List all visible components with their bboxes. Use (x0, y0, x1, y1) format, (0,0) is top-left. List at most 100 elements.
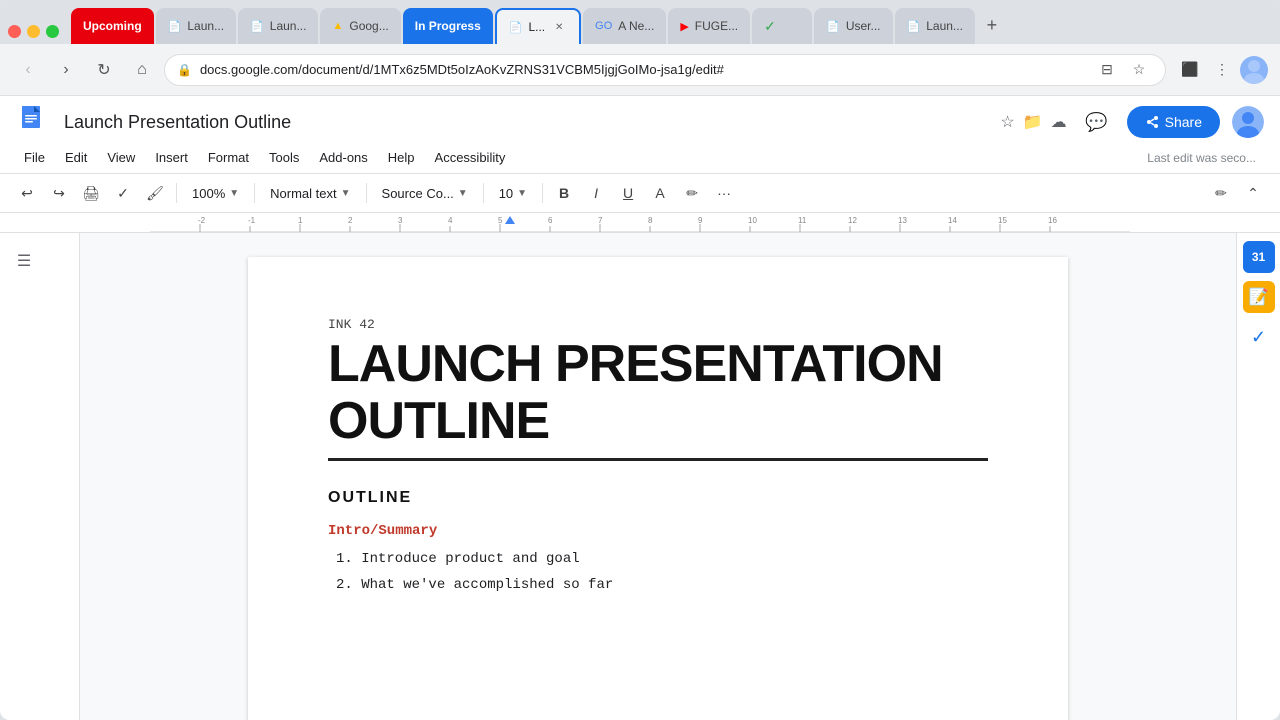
editor-area: ☰ INK 42 LAUNCH PRESENTATION OUTLINE OUT… (0, 233, 1280, 720)
tab-check[interactable]: ✓ (752, 8, 812, 44)
tab-laun3[interactable]: 📄 Laun... (895, 8, 975, 44)
text-color-button[interactable]: A (645, 178, 675, 208)
outline-icon[interactable]: ☰ (8, 245, 40, 277)
doc-main-title: LAUNCH PRESENTATION OUTLINE (328, 336, 988, 450)
user-avatar[interactable] (1232, 106, 1264, 138)
share-label: Share (1165, 114, 1202, 130)
spellcheck-button[interactable]: ✓ (108, 178, 138, 208)
home-button[interactable]: ⌂ (126, 54, 158, 86)
svg-text:9: 9 (698, 216, 703, 225)
font-dropdown[interactable]: Source Co... ▼ (373, 178, 477, 208)
tab-bar: Upcoming 📄 Laun... 📄 Laun... ▲ Goog... I… (0, 0, 1280, 44)
comment-button[interactable]: 💬 (1079, 104, 1115, 140)
menu-file[interactable]: File (16, 146, 53, 169)
tab-laun2[interactable]: 📄 Laun... (238, 8, 318, 44)
outline-panel: ☰ (0, 233, 80, 720)
svg-text:3: 3 (398, 216, 403, 225)
check-icon: ✓ (764, 18, 776, 35)
docs-title-actions: ☆ 📁 ☁ (1000, 112, 1066, 132)
text-style-dropdown[interactable]: Normal text ▼ (261, 178, 359, 208)
bookmark-split-icon[interactable]: ⊟ (1093, 56, 1121, 84)
folder-icon[interactable]: 📁 (1023, 112, 1043, 132)
menu-edit[interactable]: Edit (57, 146, 95, 169)
separator-1 (176, 183, 177, 203)
more-options-icon[interactable]: ⋮ (1208, 56, 1236, 84)
tab-ane-label: A Ne... (618, 19, 654, 33)
url-text: docs.google.com/document/d/1MTx6z5MDt5oI… (200, 62, 1085, 77)
sidebar-docs-button[interactable]: 31 (1243, 241, 1275, 273)
close-button[interactable] (8, 25, 21, 38)
tab-current[interactable]: 📄 L... ✕ (495, 8, 581, 44)
menu-tools[interactable]: Tools (261, 146, 307, 169)
minimize-button[interactable] (27, 25, 40, 38)
docs-logo (16, 104, 52, 140)
forward-button[interactable]: › (50, 54, 82, 86)
font-size-dropdown[interactable]: 10 ▼ (490, 178, 536, 208)
svg-text:5: 5 (498, 216, 503, 225)
tab-laun1[interactable]: 📄 Laun... (156, 8, 236, 44)
tab-goog[interactable]: ▲ Goog... (320, 8, 400, 44)
browser-window: Upcoming 📄 Laun... 📄 Laun... ▲ Goog... I… (0, 0, 1280, 720)
bold-button[interactable]: B (549, 178, 579, 208)
tab-in-progress[interactable]: In Progress (403, 8, 493, 44)
cloud-icon[interactable]: ☁ (1051, 112, 1067, 132)
paint-format-button[interactable]: 🖌 (140, 178, 170, 208)
highlight-button[interactable]: ✏ (677, 178, 707, 208)
zoom-value: 100% (192, 186, 225, 201)
underline-button[interactable]: U (613, 178, 643, 208)
italic-button[interactable]: I (581, 178, 611, 208)
docs-title: Launch Presentation Outline (64, 112, 988, 133)
edit-mode-icon[interactable]: ✏ (1206, 178, 1236, 208)
maximize-button[interactable] (46, 25, 59, 38)
svg-text:14: 14 (948, 216, 957, 225)
menu-addons[interactable]: Add-ons (311, 146, 375, 169)
window-controls (8, 25, 59, 38)
more-button[interactable]: ··· (709, 178, 739, 208)
redo-button[interactable]: ↪ (44, 178, 74, 208)
address-bar[interactable]: 🔒 docs.google.com/document/d/1MTx6z5MDt5… (164, 54, 1166, 86)
font-arrow-icon: ▼ (458, 188, 468, 199)
docs-icon-user: 📄 (826, 20, 840, 33)
reload-button[interactable]: ↻ (88, 54, 120, 86)
extensions-icon[interactable]: ⬛ (1176, 56, 1204, 84)
tab-in-progress-label: In Progress (415, 19, 481, 33)
expand-icon[interactable]: ⌃ (1238, 178, 1268, 208)
print-button[interactable]: 🖨 (76, 178, 106, 208)
svg-text:6: 6 (548, 216, 553, 225)
back-button[interactable]: ‹ (12, 54, 44, 86)
doc-subtitle: INK 42 (328, 317, 988, 332)
menu-format[interactable]: Format (200, 146, 257, 169)
text-style-value: Normal text (270, 186, 336, 201)
menu-help[interactable]: Help (380, 146, 423, 169)
zoom-dropdown[interactable]: 100% ▼ (183, 178, 248, 208)
profile-avatar[interactable] (1240, 56, 1268, 84)
tab-close-icon[interactable]: ✕ (551, 19, 567, 35)
tab-laun1-label: Laun... (187, 19, 224, 33)
docs-menu-bar: File Edit View Insert Format Tools Add-o… (16, 146, 1264, 173)
separator-3 (366, 183, 367, 203)
sidebar-notes-button[interactable]: 📝 (1243, 281, 1275, 313)
tab-ane[interactable]: GO A Ne... (583, 8, 666, 44)
sidebar-check-button[interactable]: ✓ (1243, 321, 1275, 353)
tab-user[interactable]: 📄 User... (814, 8, 892, 44)
menu-accessibility[interactable]: Accessibility (427, 146, 514, 169)
undo-button[interactable]: ↩ (12, 178, 42, 208)
docs-icon-1: 📄 (168, 20, 182, 33)
address-actions: ⊟ ☆ (1093, 56, 1153, 84)
tab-upcoming[interactable]: Upcoming (71, 8, 154, 44)
docs-icon-laun3: 📄 (907, 20, 921, 33)
drive-icon: ▲ (332, 20, 343, 32)
toolbar: ↩ ↪ 🖨 ✓ 🖌 100% ▼ Normal text ▼ Source Co… (0, 173, 1280, 213)
doc-page-area[interactable]: INK 42 LAUNCH PRESENTATION OUTLINE OUTLI… (80, 233, 1236, 720)
lock-icon: 🔒 (177, 63, 192, 77)
tab-fuge[interactable]: ▶ FUGE... (668, 8, 750, 44)
star-icon[interactable]: ☆ (1125, 56, 1153, 84)
docs-app-bar: Launch Presentation Outline ☆ 📁 ☁ 💬 Shar… (0, 96, 1280, 173)
menu-view[interactable]: View (99, 146, 143, 169)
new-tab-button[interactable]: + (977, 10, 1007, 40)
go-icon: GO (595, 20, 612, 32)
separator-2 (254, 183, 255, 203)
star-title-icon[interactable]: ☆ (1000, 112, 1014, 132)
share-button[interactable]: Share (1127, 106, 1220, 138)
menu-insert[interactable]: Insert (147, 146, 196, 169)
